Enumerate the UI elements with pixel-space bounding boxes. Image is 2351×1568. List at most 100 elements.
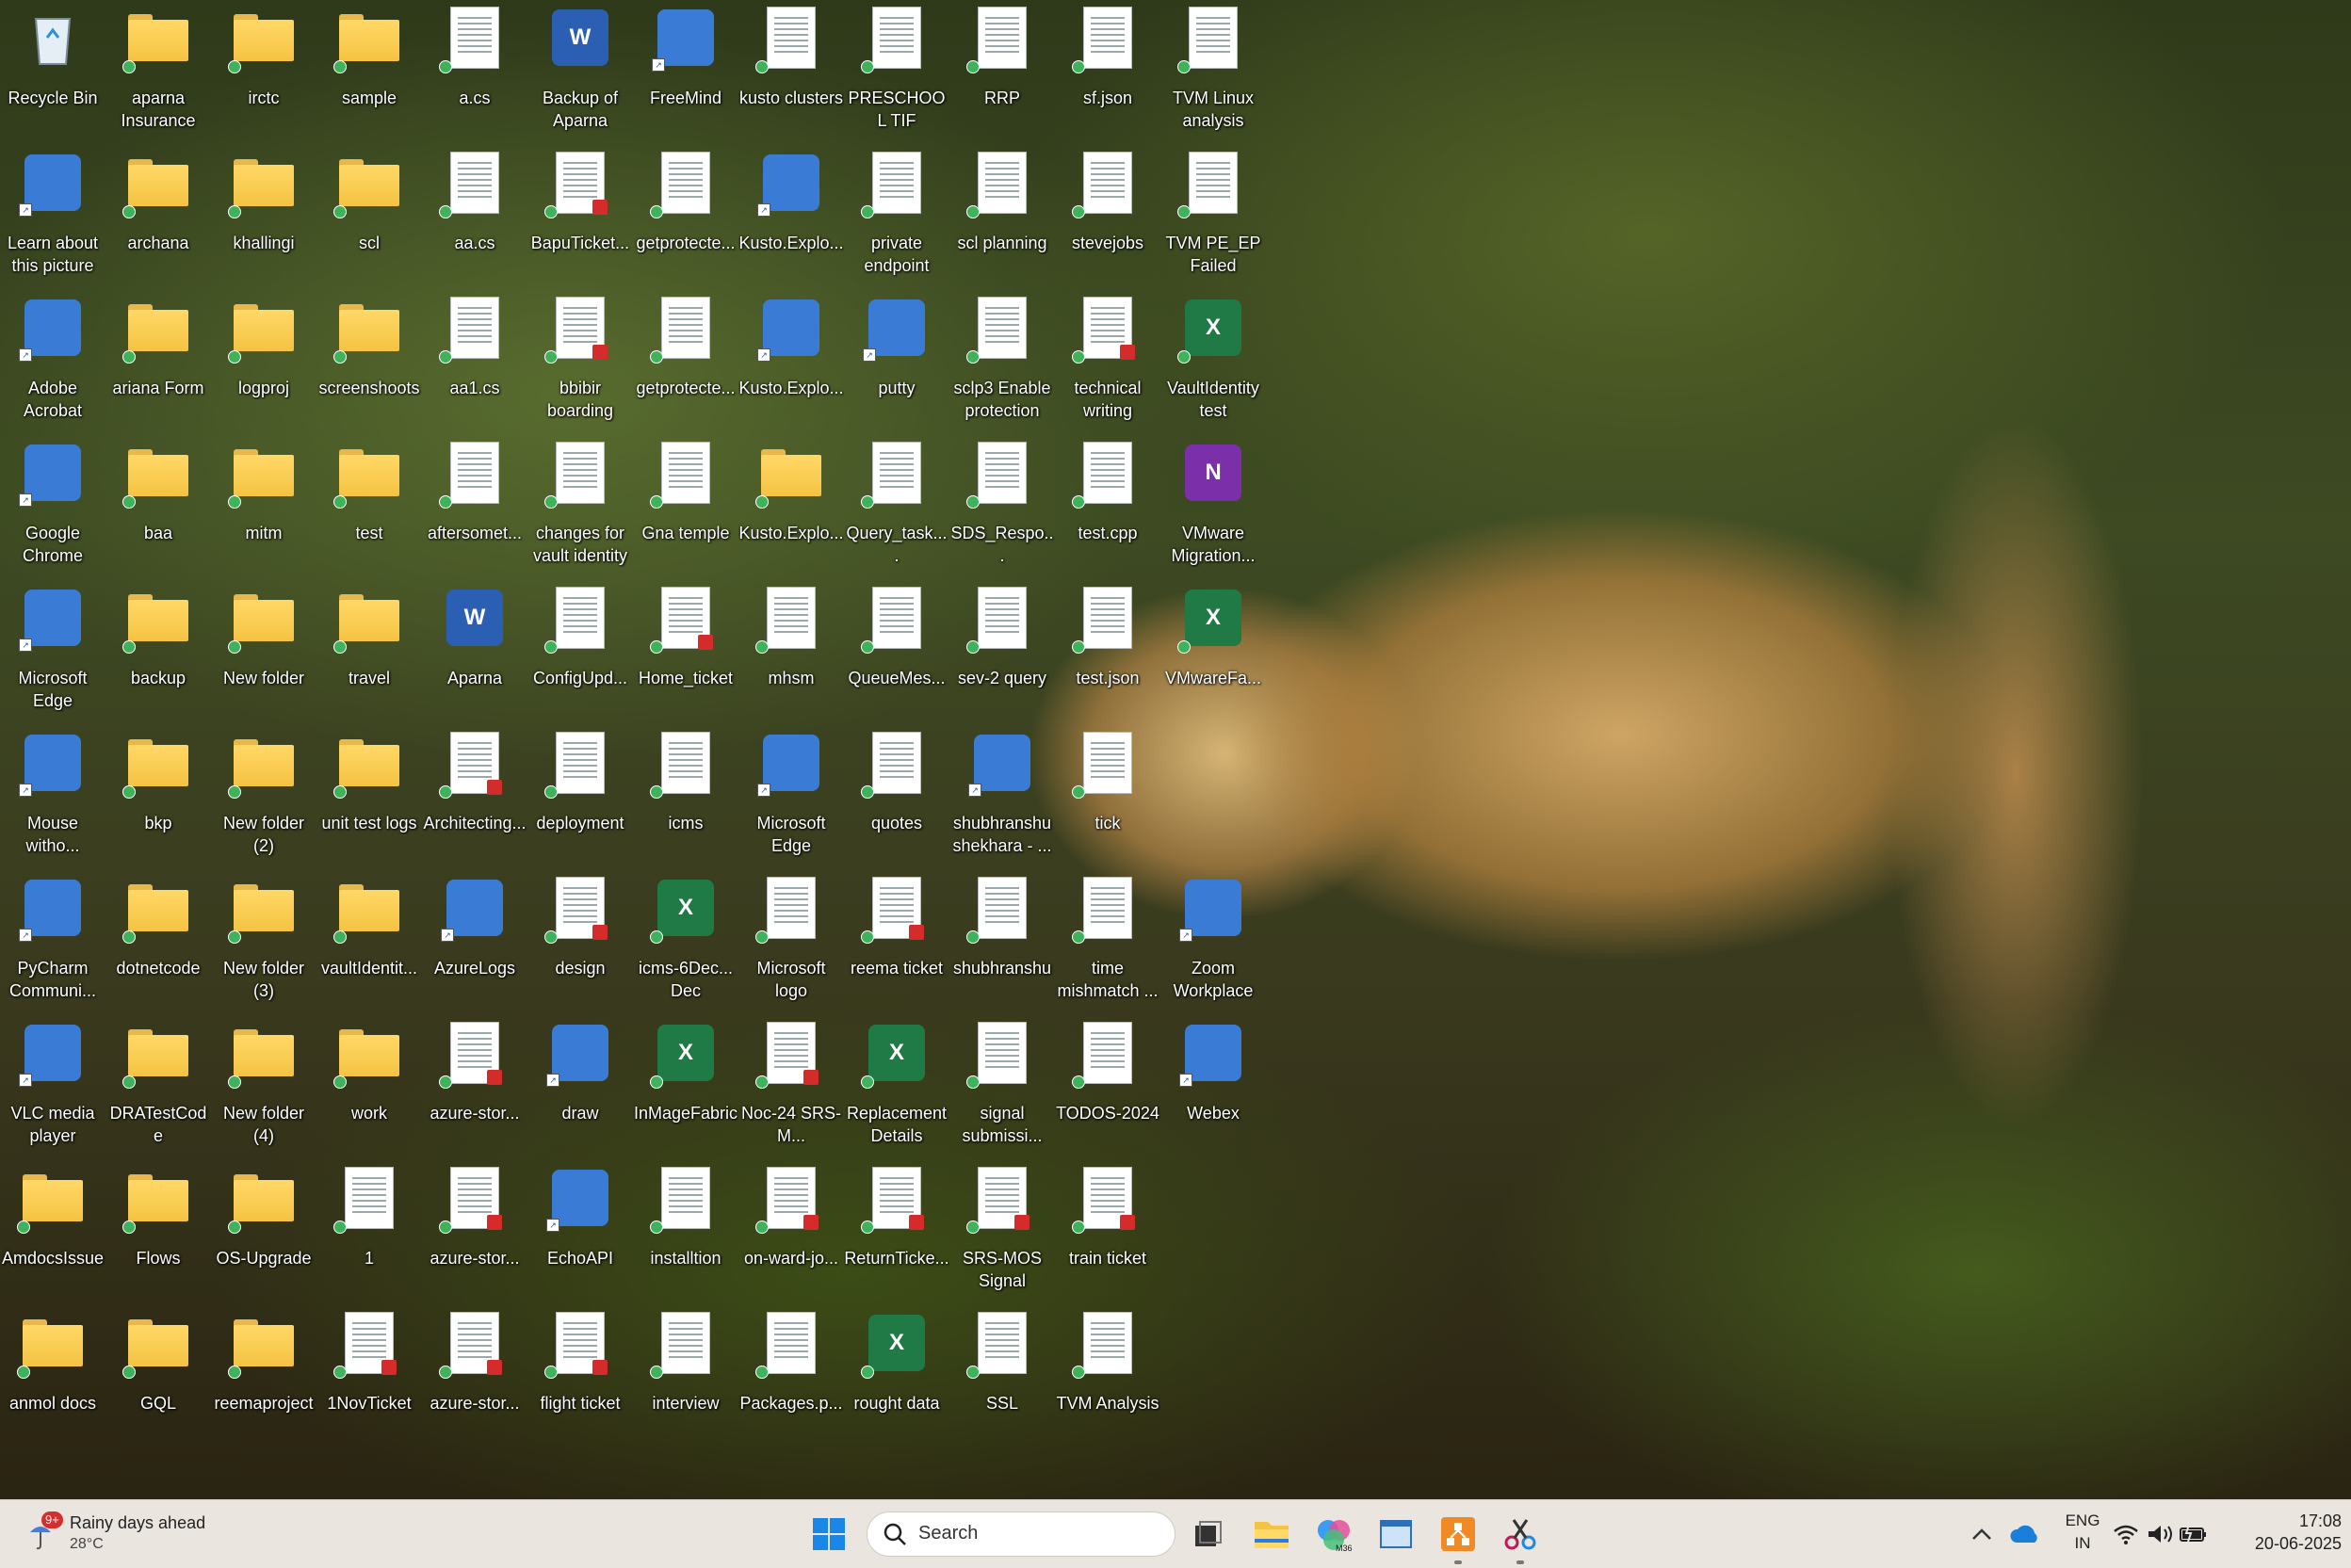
desktop-icon-khallingi[interactable]: khallingi [211,147,316,288]
desktop-icon-work[interactable]: work [316,1017,422,1158]
desktop-icon-flows[interactable]: Flows [105,1162,211,1303]
start-icon[interactable] [806,1511,851,1557]
desktop-icon-changes-for-vault-identity[interactable]: changes for vault identity [527,437,633,578]
desktop-icon-anmol-docs[interactable]: anmol docs [0,1307,105,1448]
desktop-icon-a-cs[interactable]: a.cs [422,2,527,143]
desktop-icon-quotes[interactable]: quotes [844,727,949,868]
desktop-icon-mitm[interactable]: mitm [211,437,316,578]
copilot-icon[interactable]: M365 [1311,1511,1356,1557]
desktop-icon-aparna[interactable]: W Aparna [422,582,527,723]
window-icon[interactable] [1373,1511,1419,1557]
desktop-icon-aa1-cs[interactable]: aa1.cs [422,292,527,433]
desktop-icon-test[interactable]: test [316,437,422,578]
desktop-icon-sev-2-query[interactable]: sev-2 query [949,582,1055,723]
desktop-icon-archana[interactable]: archana [105,147,211,288]
desktop-icon-recycle-bin[interactable]: Recycle Bin [0,2,105,143]
desktop-icon-replacement-details[interactable]: X Replacement Details [844,1017,949,1158]
desktop-icon-logproj[interactable]: logproj [211,292,316,433]
desktop-icon-baa[interactable]: baa [105,437,211,578]
desktop-icon-test-cpp[interactable]: test.cpp [1055,437,1160,578]
desktop-icon-gql[interactable]: GQL [105,1307,211,1448]
desktop-icon-time-mishmatch[interactable]: time mishmatch ... [1055,872,1160,1013]
desktop-icon-reemaproject[interactable]: reemaproject [211,1307,316,1448]
desktop-icon-travel[interactable]: travel [316,582,422,723]
desktop-icon-icms-6dec-dec[interactable]: Xicms-6Dec... Dec [633,872,738,1013]
desktop-icon-interview[interactable]: interview [633,1307,738,1448]
desktop-icon-google-chrome[interactable]: ↗ Google Chrome [0,437,105,578]
desktop-icon-echoapi[interactable]: ↗ EchoAPI [527,1162,633,1303]
desktop-icon-1[interactable]: 1 [316,1162,422,1303]
desktop-icon-vmwarefa[interactable]: X VMwareFa... [1160,582,1266,723]
desktop-icon-webex[interactable]: ↗ Webex [1160,1017,1266,1158]
desktop-icon-signal-submissi[interactable]: signal submissi... [949,1017,1055,1158]
desktop-icon-aftersomet[interactable]: aftersomet... [422,437,527,578]
desktop-icon-srs-mos-signal[interactable]: SRS-MOS Signal [949,1162,1055,1303]
desktop-icon-technical-writing[interactable]: technical writing [1055,292,1160,433]
desktop-icon-new-folder-2[interactable]: New folder (2) [211,727,316,868]
desktop-icon-microsoft-logo[interactable]: Microsoft logo [738,872,844,1013]
file-explorer-icon[interactable] [1249,1511,1294,1557]
desktop-icon-learn-about-this-picture[interactable]: ↗ Learn about this picture [0,147,105,288]
desktop-icon-shubhranshu-shekhara[interactable]: ↗ shubhranshu shekhara - ... [949,727,1055,868]
desktop-icon-vmware-migration[interactable]: N VMware Migration... [1160,437,1266,578]
desktop-icon-mouse-witho[interactable]: ↗ Mouse witho... [0,727,105,868]
desktop-icon-dotnetcode[interactable]: dotnetcode [105,872,211,1013]
desktop-icon-test-json[interactable]: test.json [1055,582,1160,723]
desktop-icon-kusto-explo[interactable]: ↗ Kusto.Explo... [738,292,844,433]
desktop-icon-kusto-explo[interactable]: ↗ Kusto.Explo... [738,147,844,288]
desktop-icon-backup[interactable]: backup [105,582,211,723]
desktop-icon-gna-temple[interactable]: Gna temple [633,437,738,578]
desktop-icon-sclp3-enable-protection[interactable]: sclp3 Enable protection [949,292,1055,433]
draw-icon[interactable] [1435,1511,1481,1564]
desktop-icon-sds-respo[interactable]: SDS_Respo... [949,437,1055,578]
desktop-icon-amdocsissue[interactable]: AmdocsIssue [0,1162,105,1303]
desktop-icon-irctc[interactable]: irctc [211,2,316,143]
wifi-icon[interactable] [2110,1511,2142,1557]
desktop-icon-kusto-explo[interactable]: Kusto.Explo... [738,437,844,578]
desktop-icon-putty[interactable]: ↗ putty [844,292,949,433]
desktop-icon-dratestcode[interactable]: DRATestCode [105,1017,211,1158]
desktop-icon-aparna-insurance[interactable]: aparna Insurance [105,2,211,143]
desktop-icon-mhsm[interactable]: mhsm [738,582,844,723]
desktop-icon-shubhranshu[interactable]: shubhranshu [949,872,1055,1013]
desktop-icon-icms[interactable]: icms [633,727,738,868]
desktop-icon-draw[interactable]: ↗ draw [527,1017,633,1158]
desktop-icon-vlc-media-player[interactable]: ↗ VLC media player [0,1017,105,1158]
desktop-icon-os-upgrade[interactable]: OS-Upgrade [211,1162,316,1303]
desktop-icon-adobe-acrobat[interactable]: ↗ Adobe Acrobat [0,292,105,433]
desktop-icon-screenshoots[interactable]: screenshoots [316,292,422,433]
desktop-icon-stevejobs[interactable]: stevejobs [1055,147,1160,288]
desktop-icon-scl-planning[interactable]: scl planning [949,147,1055,288]
desktop-icon-microsoft-edge[interactable]: ↗ Microsoft Edge [0,582,105,723]
desktop-icon-preschool-tif[interactable]: PRESCHOOL TIF [844,2,949,143]
desktop-icon-queuemes[interactable]: QueueMes... [844,582,949,723]
desktop-icon-azure-stor[interactable]: azure-stor... [422,1017,527,1158]
desktop-icon-azure-stor[interactable]: azure-stor... [422,1307,527,1448]
desktop-icon-configupd[interactable]: ConfigUpd... [527,582,633,723]
desktop-icon-getprotecte[interactable]: getprotecte... [633,147,738,288]
desktop-icon-vaultidentit[interactable]: vaultIdentit... [316,872,422,1013]
desktop-icon-new-folder[interactable]: New folder [211,582,316,723]
desktop-icon-installtion[interactable]: installtion [633,1162,738,1303]
desktop-icon-tvm-analysis[interactable]: TVM Analysis [1055,1307,1160,1448]
desktop-icon-sf-json[interactable]: sf.json [1055,2,1160,143]
chevron-up-icon[interactable] [1959,1511,2004,1557]
battery-icon[interactable] [2178,1511,2210,1557]
desktop-icon-noc-24-srs-m[interactable]: Noc-24 SRS-M... [738,1017,844,1158]
desktop-icon-inmagefabric[interactable]: X InMageFabric [633,1017,738,1158]
desktop-icon-new-folder-3[interactable]: New folder (3) [211,872,316,1013]
desktop-icon-vaultidentity-test[interactable]: X VaultIdentity test [1160,292,1266,433]
desktop-icon-baputicket[interactable]: BapuTicket... [527,147,633,288]
desktop-icon-zoom-workplace[interactable]: ↗ Zoom Workplace [1160,872,1266,1013]
desktop-icon-private-endpoint[interactable]: private endpoint [844,147,949,288]
search-box[interactable]: Search [867,1511,1176,1557]
desktop-icon-query-task[interactable]: Query_task.... [844,437,949,578]
desktop-icon-kusto-clusters[interactable]: kusto clusters [738,2,844,143]
onedrive-icon[interactable] [2002,1511,2048,1557]
desktop-icon-architecting[interactable]: Architecting... [422,727,527,868]
desktop-icon-train-ticket[interactable]: train ticket [1055,1162,1160,1303]
desktop-icon-sample[interactable]: sample [316,2,422,143]
desktop-icon-reema-ticket[interactable]: reema ticket [844,872,949,1013]
desktop-icon-aa-cs[interactable]: aa.cs [422,147,527,288]
desktop-icon-microsoft-edge[interactable]: ↗ Microsoft Edge [738,727,844,868]
